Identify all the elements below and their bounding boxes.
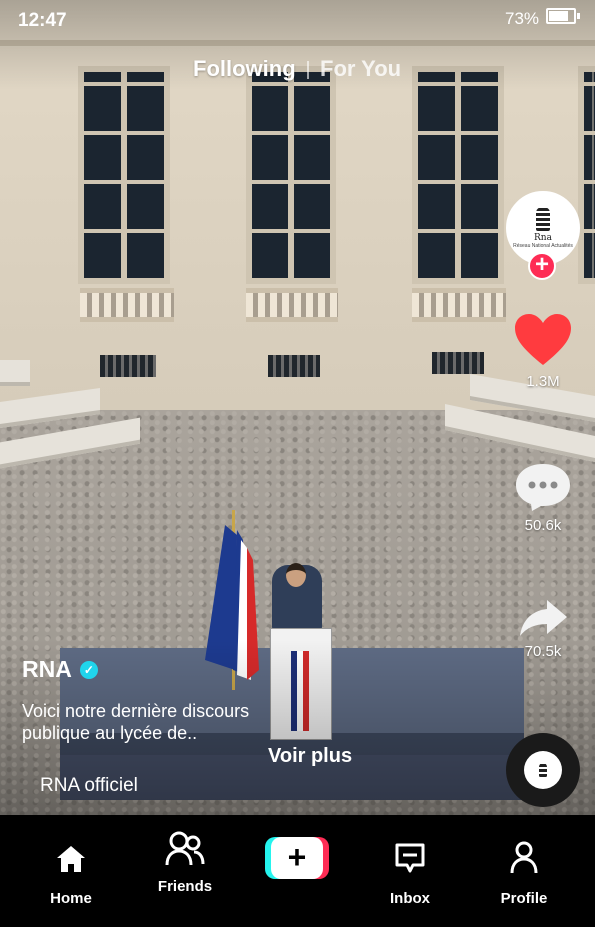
see-more-link[interactable]: Voir plus [268, 745, 352, 768]
nav-profile[interactable]: Profile [484, 815, 564, 927]
vent [268, 355, 320, 377]
verified-badge-icon: ✓ [79, 660, 98, 679]
avatar-logo-text: Rna [534, 233, 552, 243]
sound-name[interactable]: RNA officiel [40, 775, 138, 797]
tab-divider [307, 61, 309, 79]
video-caption: Voici notre dernière discours publique a… [22, 701, 250, 743]
friends-icon [165, 831, 205, 866]
bottom-nav: Home Friends + Inbox Profile [0, 815, 595, 927]
speaker-head [286, 563, 306, 587]
steps [0, 360, 30, 386]
window [78, 66, 170, 284]
creator-username[interactable]: RNA ✓ [22, 656, 98, 683]
video-player[interactable] [0, 0, 595, 815]
like-button[interactable]: 1.3M [505, 313, 581, 390]
plus-icon: + [271, 837, 323, 879]
nav-inbox[interactable]: Inbox [370, 815, 450, 927]
share-count: 70.5k [524, 643, 562, 660]
balustrade [246, 288, 338, 322]
nav-home-label: Home [50, 890, 92, 907]
inbox-icon [395, 843, 425, 873]
share-button[interactable]: 70.5k [505, 598, 581, 660]
share-arrow-icon [520, 600, 567, 636]
comment-count: 50.6k [524, 517, 562, 534]
like-count: 1.3M [526, 373, 560, 390]
battery-percent: 73% [505, 9, 540, 28]
window [578, 66, 595, 284]
tab-following[interactable]: Following [193, 56, 296, 82]
home-icon [57, 846, 85, 872]
nav-profile-label: Profile [500, 890, 548, 907]
tab-for-you[interactable]: For You [320, 56, 401, 82]
heart-icon [515, 314, 571, 365]
comment-button[interactable]: 50.6k [505, 462, 581, 534]
nav-inbox-label: Inbox [390, 890, 430, 907]
music-disc[interactable] [506, 733, 580, 807]
music-disc-logo [524, 751, 562, 789]
vent [100, 355, 156, 377]
comment-icon [516, 464, 570, 511]
zebra-logo-icon [539, 763, 547, 777]
balustrade [412, 288, 506, 322]
nav-friends-label: Friends [157, 878, 213, 895]
status-time: 12:47 [18, 10, 67, 31]
zebra-logo-icon [536, 207, 550, 231]
avatar-logo-subtext: Réseau National Actualités [513, 243, 573, 249]
username-text: RNA [22, 656, 72, 682]
balustrade [80, 288, 174, 322]
follow-plus-button[interactable]: + [528, 252, 556, 280]
window [246, 66, 336, 284]
window [412, 66, 504, 284]
profile-icon [510, 841, 538, 874]
battery-icon [546, 8, 580, 24]
create-button[interactable]: + [265, 837, 329, 879]
nav-home[interactable]: Home [30, 815, 112, 927]
nav-friends[interactable]: Friends [145, 815, 225, 927]
vent [432, 352, 484, 374]
